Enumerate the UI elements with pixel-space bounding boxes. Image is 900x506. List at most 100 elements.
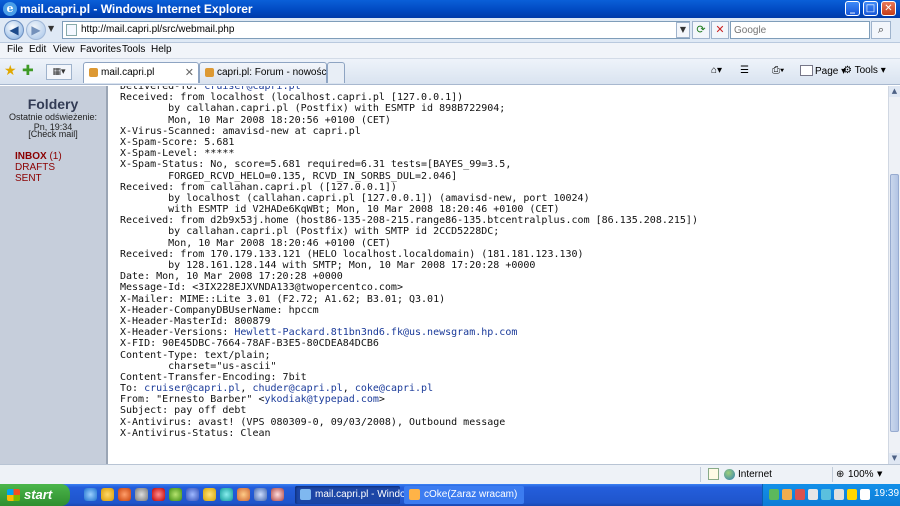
tray-icon[interactable] — [769, 489, 779, 500]
tray-icon[interactable] — [808, 489, 818, 500]
folder-drafts[interactable]: DRAFTS — [15, 162, 55, 173]
protected-mode-icon — [708, 468, 719, 480]
tray-icon[interactable] — [782, 489, 792, 500]
vertical-scrollbar[interactable]: ▲ ▼ — [888, 86, 900, 464]
header-line: FORGED_RCVD_HELO=0.135, RCVD_IN_SORBS_DU… — [120, 170, 458, 182]
search-input[interactable] — [731, 22, 861, 38]
tab-label: mail.capri.pl — [101, 67, 155, 78]
page-icon — [66, 24, 77, 36]
header-line: Received: from localhost (localhost.capr… — [120, 92, 464, 104]
email-link[interactable]: cruiser@capri.pl — [204, 86, 300, 92]
home-icon[interactable]: ⌂▾ — [711, 65, 722, 76]
menu-help[interactable]: Help — [151, 44, 172, 55]
menu-edit[interactable]: Edit — [29, 44, 46, 55]
title-bar: e mail.capri.pl - Windows Internet Explo… — [0, 0, 900, 18]
zoom-level[interactable]: 100% — [848, 469, 874, 480]
zoom-icon[interactable]: ⊕ — [836, 469, 844, 480]
header-line: To: cruiser@capri.pl, chuder@capri.pl, c… — [120, 383, 434, 395]
header-line: X-Antivirus-Status: Clean — [120, 427, 271, 439]
opera-quicklaunch-icon[interactable] — [152, 488, 165, 501]
email-link[interactable]: coke@capri.pl — [355, 383, 433, 394]
header-line: Received: from d2b9x53j.home (host86-135… — [120, 215, 698, 227]
media-quicklaunch-icon[interactable] — [186, 488, 199, 501]
menu-view[interactable]: View — [53, 44, 75, 55]
address-url[interactable]: http://mail.capri.pl/src/webmail.php — [81, 24, 234, 35]
folder-sent[interactable]: SENT — [15, 173, 42, 184]
folders-heading: Foldery — [27, 96, 79, 112]
tray-icon[interactable] — [847, 489, 857, 500]
header-line: X-Header-MasterId: 800879 — [120, 315, 271, 327]
folder-quicklaunch-icon[interactable] — [203, 488, 216, 501]
header-line: X-Virus-Scanned: amavisd-new at capri.pl — [120, 125, 361, 137]
inbox-unread-count: (1) — [49, 151, 62, 162]
zoom-dropdown-icon[interactable]: ▼ — [877, 470, 882, 478]
feeds-icon[interactable]: ☰ — [740, 65, 749, 76]
tray-icon[interactable] — [821, 489, 831, 500]
forward-button[interactable]: ▶ — [26, 20, 46, 40]
firefox-quicklaunch-icon[interactable] — [118, 488, 131, 501]
add-favorite-icon[interactable]: ✚ — [22, 63, 34, 79]
player-quicklaunch-icon[interactable] — [237, 488, 250, 501]
folder-inbox[interactable]: INBOX (1) — [15, 151, 62, 162]
page-content: Foldery Ostatnie odświeżenie: Pn, 19:34 … — [0, 86, 888, 464]
tab-mail[interactable]: mail.capri.pl ✕ — [83, 62, 199, 83]
refresh-icon[interactable]: ⟳ — [692, 21, 710, 39]
close-button[interactable]: ✕ — [881, 1, 896, 16]
ie-quicklaunch-icon[interactable] — [84, 488, 97, 501]
email-link[interactable]: Hewlett-Packard.8t1bn3nd6.fk@us.newsgram… — [234, 327, 517, 338]
new-tab-button[interactable] — [327, 62, 345, 83]
header-line: X-Header-Versions: Hewlett-Packard.8t1bn… — [120, 327, 518, 339]
window-title: mail.capri.pl - Windows Internet Explore… — [20, 2, 253, 16]
tab-list-icon[interactable]: ▦▾ — [46, 64, 72, 80]
search-icon[interactable]: ⌕ — [871, 21, 891, 39]
address-field[interactable]: http://mail.capri.pl/src/webmail.php — [62, 21, 690, 39]
header-line: Content-Type: text/plain; — [120, 349, 271, 361]
history-dropdown-icon[interactable]: ▼ — [48, 24, 54, 33]
messenger-quicklaunch-icon[interactable] — [169, 488, 182, 501]
start-button[interactable]: start — [0, 484, 70, 506]
email-link[interactable]: chuder@capri.pl — [252, 383, 342, 394]
scroll-up-icon[interactable]: ▲ — [889, 86, 900, 97]
stop-icon[interactable]: ✕ — [711, 21, 729, 39]
page-menu-button[interactable]: Page ▾ — [800, 65, 846, 77]
minimize-button[interactable]: _ — [845, 1, 860, 16]
check-mail-link[interactable]: [Check mail] — [0, 129, 106, 139]
scrollbar-thumb[interactable] — [890, 174, 899, 432]
back-button[interactable]: ◀ — [4, 20, 24, 40]
status-divider — [700, 467, 701, 482]
tray-icon[interactable] — [795, 489, 805, 500]
tab-close-icon[interactable]: ✕ — [185, 66, 194, 79]
menu-tools[interactable]: Tools — [122, 44, 145, 55]
scroll-down-icon[interactable]: ▼ — [889, 453, 900, 464]
explorer-quicklaunch-icon[interactable] — [101, 488, 114, 501]
print-icon[interactable]: ⎙▾ — [772, 65, 784, 76]
menu-bar: File Edit View Favorites Tools Help — [0, 43, 900, 59]
email-link[interactable]: ykodiak@typepad.com — [265, 394, 379, 405]
desktop-quicklaunch-icon[interactable] — [254, 488, 267, 501]
header-line: X-Antivirus: avast! (VPS 080309-0, 09/03… — [120, 416, 506, 428]
header-line: Content-Transfer-Encoding: 7bit — [120, 371, 307, 383]
taskbar-item-browser[interactable]: mail.capri.pl - Windo... — [295, 486, 414, 504]
header-line: Mon, 10 Mar 2008 18:20:56 +0100 (CET) — [120, 114, 391, 126]
skype-quicklaunch-icon[interactable] — [220, 488, 233, 501]
search-box[interactable] — [730, 21, 870, 39]
security-zone: Internet — [738, 469, 772, 480]
email-link[interactable]: cruiser@capri.pl — [144, 383, 240, 394]
address-dropdown-icon[interactable]: ▼ — [676, 22, 690, 38]
system-tray: 19:39 — [762, 484, 900, 506]
menu-favorites[interactable]: Favorites — [80, 44, 121, 55]
page-menu-icon — [800, 65, 813, 76]
favorites-star-icon[interactable]: ★ — [4, 63, 17, 79]
tab-forum[interactable]: capri.pl: Forum - nowości — [199, 62, 329, 83]
volume-icon[interactable] — [860, 489, 870, 500]
taskbar: start mail.capri.pl - Windo... cOke(Zara… — [0, 484, 900, 506]
tray-icon[interactable] — [834, 489, 844, 500]
taskbar-item-messenger[interactable]: cOke(Zaraz wracam) — [404, 486, 524, 504]
tools-menu-button[interactable]: ⚙ Tools ▾ — [843, 65, 886, 76]
app-quicklaunch-icon[interactable] — [135, 488, 148, 501]
app2-quicklaunch-icon[interactable] — [271, 488, 284, 501]
menu-file[interactable]: File — [7, 44, 23, 55]
mail-favicon-icon — [89, 68, 98, 77]
maximize-button[interactable]: □ — [863, 1, 878, 16]
header-line: X-Mailer: MIME::Lite 3.01 (F2.72; A1.62;… — [120, 293, 446, 305]
